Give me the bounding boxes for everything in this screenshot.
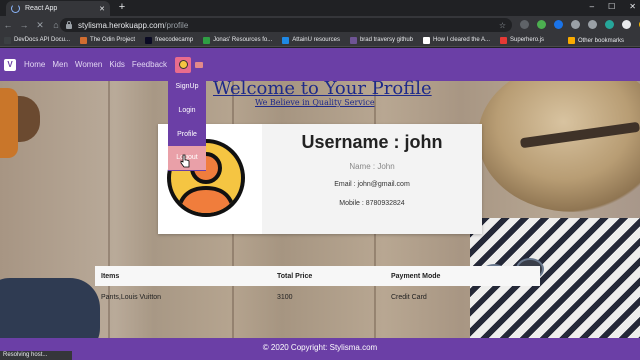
profile-mobile: Mobile : 8780932824 <box>339 200 405 207</box>
extension-icon[interactable] <box>605 20 614 29</box>
maximize-button[interactable]: ☐ <box>608 2 615 11</box>
profile-name: Name : John <box>349 162 395 171</box>
user-menu-button[interactable] <box>175 56 192 73</box>
profile-card: Username : john Name : John Email : john… <box>158 124 482 234</box>
user-avatar-icon <box>178 60 188 69</box>
bookmark-favicon-icon <box>282 36 290 44</box>
stop-loading-button[interactable]: ✕ <box>32 20 48 31</box>
header-payment-mode: Payment Mode <box>391 273 441 280</box>
extension-icon[interactable] <box>537 20 546 29</box>
extension-icon[interactable] <box>554 20 563 29</box>
bookmark-item[interactable]: AttainU resources <box>282 36 340 44</box>
extension-icons <box>520 20 640 29</box>
address-bar[interactable]: stylisma.herokuapp.com/profile ☆ <box>60 18 512 32</box>
site-footer: © 2020 Copyright: Stylisma.com <box>0 338 640 360</box>
nav-home[interactable]: Home <box>24 60 45 69</box>
nav-kids[interactable]: Kids <box>109 60 125 69</box>
bookmark-favicon-icon <box>500 36 508 44</box>
other-bookmarks-folder[interactable]: Other bookmarks <box>567 37 624 44</box>
dropdown-signup[interactable]: SignUp <box>168 83 206 90</box>
bookmark-item[interactable]: How I cleared the A... <box>423 36 490 44</box>
cell-payment: Credit Card <box>391 294 427 301</box>
tab-close-icon[interactable]: ✕ <box>99 5 105 13</box>
flag-icon <box>195 61 204 68</box>
window-controls: – ☐ ✕ <box>590 2 636 11</box>
bookmark-item[interactable]: Jonas' Resources fo... <box>203 36 272 44</box>
bookmark-favicon-icon <box>4 36 11 44</box>
bookmark-item[interactable]: freecodecamp <box>145 36 193 44</box>
extension-icon[interactable] <box>571 20 580 29</box>
forward-button[interactable]: → <box>16 20 32 30</box>
background-scarf <box>0 88 18 158</box>
bookmarks-bar: DevDocs API Docu... The Odin Project freec… <box>0 34 640 47</box>
browser-toolbar: ← → ✕ ⌂ stylisma.herokuapp.com/profile ☆ <box>0 16 640 34</box>
bookmark-favicon-icon <box>145 36 153 44</box>
browser-tabstrip: React App ✕ + – ☐ ✕ <box>0 0 640 16</box>
bookmark-favicon-icon <box>203 36 211 44</box>
web-page: V Home Men Women Kids Feedback Welcome t… <box>0 48 640 360</box>
profile-info: Username : john Name : John Email : john… <box>262 124 482 234</box>
profile-username: Username : john <box>301 132 443 152</box>
bookmark-favicon-icon <box>423 36 430 44</box>
hand-cursor-icon <box>180 154 190 168</box>
bookmark-favicon-icon <box>349 36 357 44</box>
site-navbar: V Home Men Women Kids Feedback <box>0 48 640 81</box>
extension-icon[interactable] <box>588 20 597 29</box>
bookmark-item[interactable]: brad traversy github <box>349 36 413 44</box>
extension-icon[interactable] <box>520 20 529 29</box>
url-text[interactable]: stylisma.herokuapp.com/profile <box>78 21 493 30</box>
nav-men[interactable]: Men <box>52 60 68 69</box>
header-total-price: Total Price <box>277 273 313 280</box>
dropdown-profile[interactable]: Profile <box>168 131 206 138</box>
minimize-button[interactable]: – <box>590 2 594 11</box>
back-button[interactable]: ← <box>0 20 16 30</box>
close-window-button[interactable]: ✕ <box>629 2 636 11</box>
page-title: Welcome to Your Profile <box>213 78 432 99</box>
table-row: Pants,Louis Vuitton 3100 Credit Card <box>95 294 540 308</box>
cell-item: Pants,Louis Vuitton <box>101 294 162 301</box>
page-tagline: We Believe in Quality Service <box>255 98 375 107</box>
header-items: Items <box>101 273 120 280</box>
bookmark-item[interactable]: Superhero.js <box>500 36 544 44</box>
loading-spinner-icon <box>11 4 20 13</box>
browser-status-bubble: Resolving host... <box>0 351 72 360</box>
bookmark-item[interactable]: DevDocs API Docu... <box>4 36 70 44</box>
bookmark-star-icon[interactable]: ☆ <box>499 21 506 30</box>
cell-price: 3100 <box>277 294 293 301</box>
browser-tab[interactable]: React App ✕ <box>6 1 110 16</box>
orders-table-header: Items Total Price Payment Mode <box>95 266 540 286</box>
lock-icon <box>66 20 72 29</box>
nav-women[interactable]: Women <box>75 60 102 69</box>
nav-feedback[interactable]: Feedback <box>132 60 167 69</box>
profile-email: Email : john@gmail.com <box>334 181 410 188</box>
tab-title: React App <box>25 5 58 12</box>
brand-logo[interactable]: V <box>4 58 16 71</box>
folder-icon <box>567 37 575 44</box>
wood-plank-seam <box>108 48 110 360</box>
bookmark-favicon-icon <box>80 36 88 44</box>
bookmark-item[interactable]: The Odin Project <box>80 36 135 44</box>
new-tab-button[interactable]: + <box>116 2 128 14</box>
dropdown-login[interactable]: Login <box>168 107 206 114</box>
extension-icon[interactable] <box>622 20 631 29</box>
